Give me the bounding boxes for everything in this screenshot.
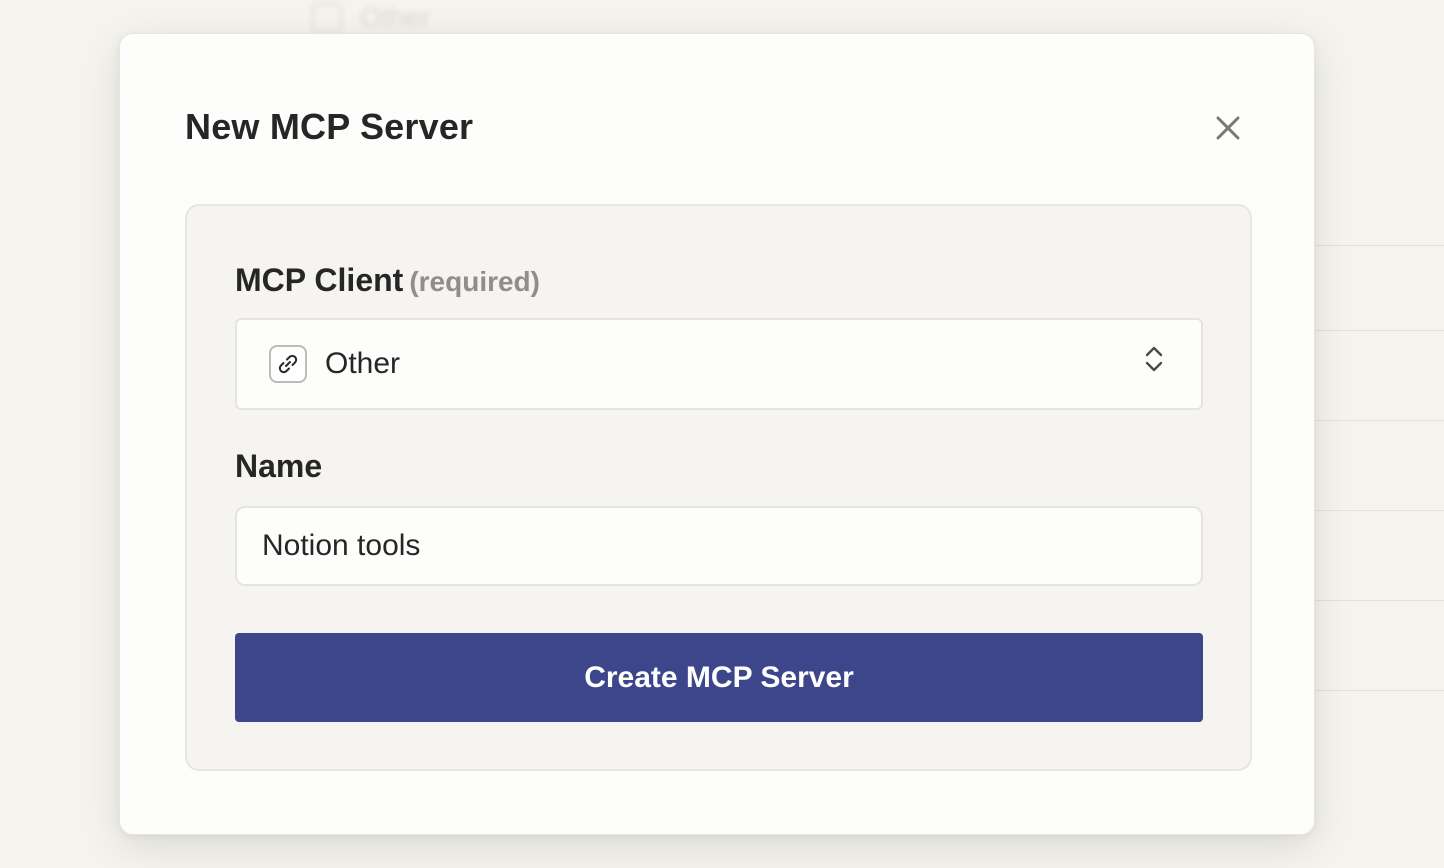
background-row-divider <box>1294 510 1444 511</box>
dialog-title: New MCP Server <box>185 106 474 147</box>
create-mcp-server-button[interactable]: Create MCP Server <box>235 633 1203 722</box>
background-row-divider <box>1294 245 1444 246</box>
close-button[interactable] <box>1210 110 1246 146</box>
background-row-divider <box>1294 600 1444 601</box>
chevron-up-down-icon <box>1145 346 1163 372</box>
name-input[interactable] <box>235 506 1203 586</box>
close-icon <box>1216 116 1240 140</box>
new-mcp-server-dialog: New MCP Server MCP Client (required) Othe… <box>119 33 1315 835</box>
mcp-client-select[interactable]: Other <box>235 318 1203 410</box>
mcp-client-label: MCP Client (required) <box>235 262 540 299</box>
ghost-link-icon <box>312 3 342 33</box>
background-row-divider <box>1294 690 1444 691</box>
link-icon <box>269 345 307 383</box>
background-row-divider <box>1294 420 1444 421</box>
background-row-divider <box>1294 330 1444 331</box>
mcp-client-selected-value: Other <box>325 347 401 380</box>
form-card: MCP Client(required) Other Name Create M… <box>185 204 1252 771</box>
required-note: (required) <box>409 266 540 297</box>
ghost-item-label: Other <box>360 2 431 33</box>
background-ghost-item: Other <box>312 2 430 34</box>
mcp-client-label-text: MCP Client <box>235 262 404 298</box>
name-label: Name <box>235 448 323 484</box>
